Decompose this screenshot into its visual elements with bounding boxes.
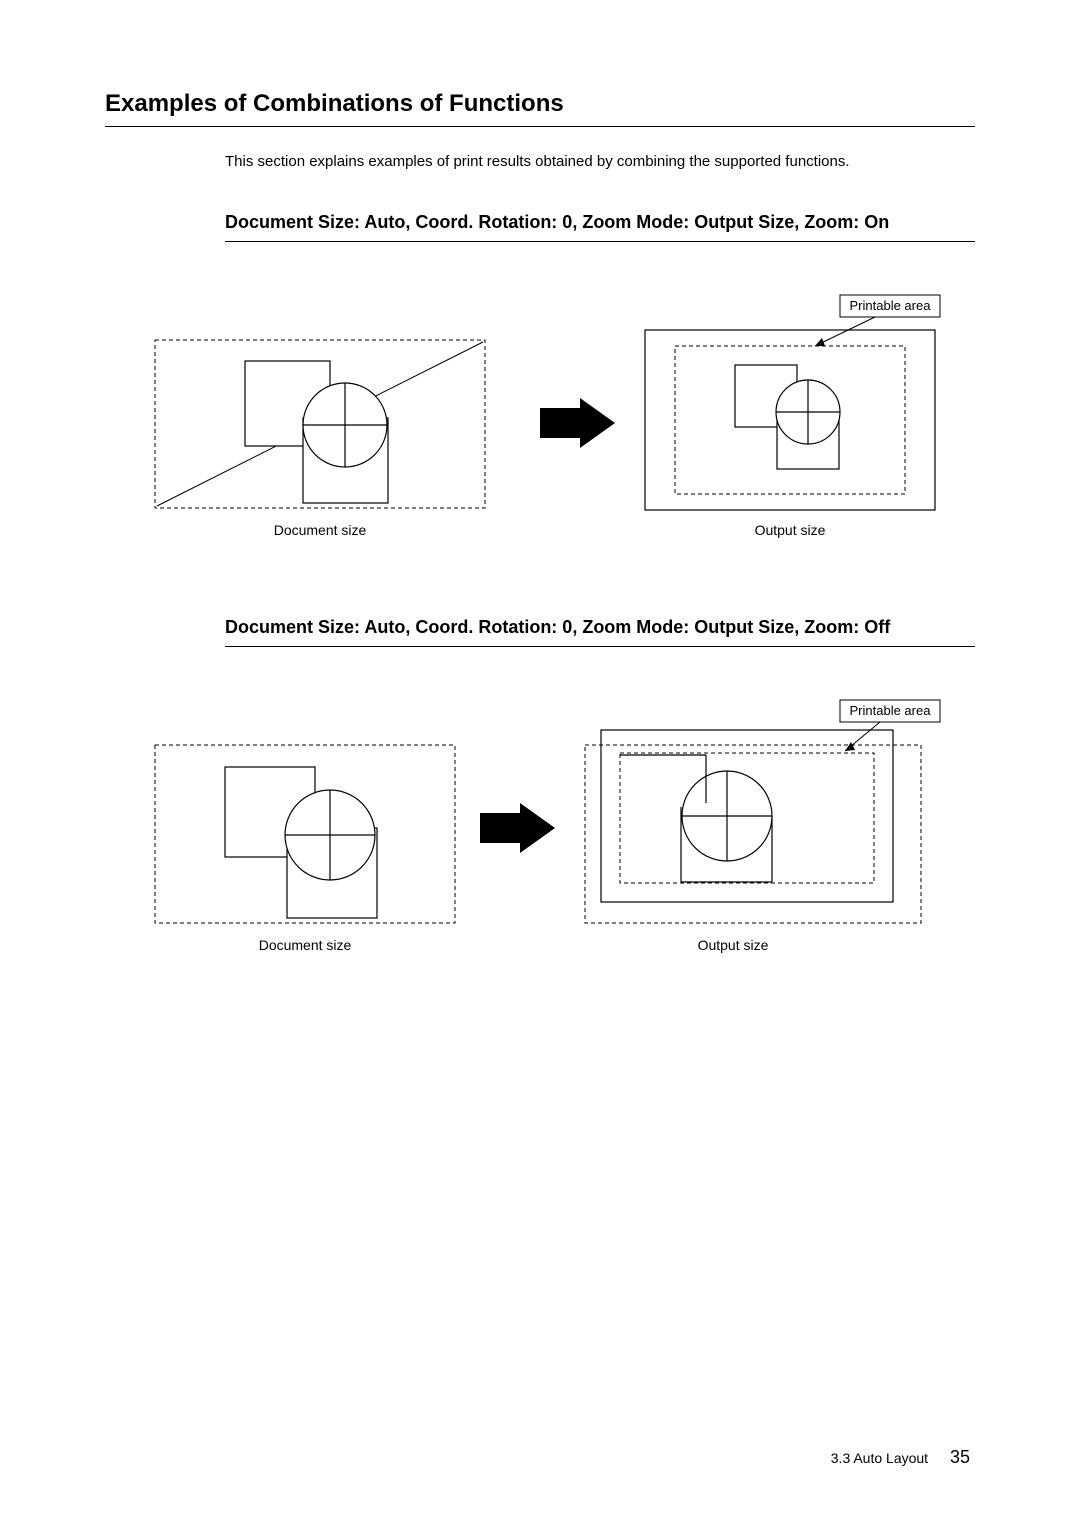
page-footer: 3.3 Auto Layout 35: [831, 1447, 970, 1468]
figure-2: Printable area Document size Output size: [145, 695, 975, 980]
document-size-label-2: Document size: [259, 937, 352, 953]
printable-area-label-2: Printable area: [850, 703, 932, 718]
output-size-label-2: Output size: [698, 937, 769, 953]
footer-section: 3.3 Auto Layout: [831, 1450, 928, 1466]
diagram-zoom-on: Printable area Document size Output size: [145, 290, 945, 550]
document-size-label: Document size: [274, 522, 367, 538]
page-title: Examples of Combinations of Functions: [105, 90, 975, 127]
intro-text: This section explains examples of print …: [225, 151, 975, 174]
footer-page-number: 35: [950, 1447, 970, 1467]
output-size-label: Output size: [755, 522, 826, 538]
diagram-zoom-off: Printable area Document size Output size: [145, 695, 945, 975]
figure-1: Printable area Document size Output size: [145, 290, 975, 555]
printable-area-label: Printable area: [850, 298, 932, 313]
subheading-1: Document Size: Auto, Coord. Rotation: 0,…: [225, 210, 975, 242]
subheading-2: Document Size: Auto, Coord. Rotation: 0,…: [225, 615, 975, 647]
